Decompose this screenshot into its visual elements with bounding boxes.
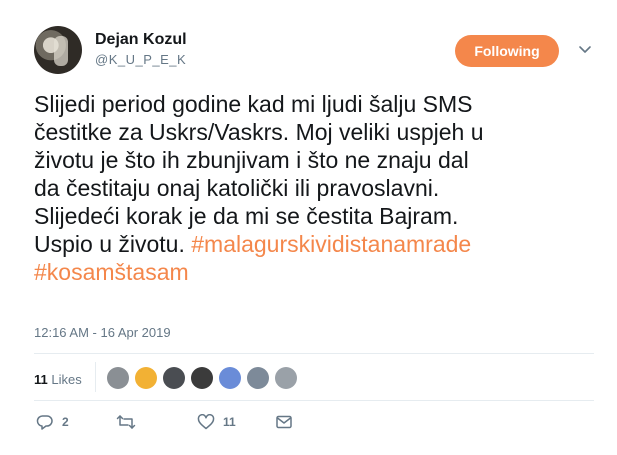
tweet-timestamp[interactable]: 12:16 AM - 16 Apr 2019 <box>34 325 171 340</box>
tweet-text-line: Uspio u životu. #malagurskividistanamrad… <box>34 230 594 258</box>
tweet-text: Slijedi period godine kad mi ljudi šalju… <box>34 90 594 286</box>
likes-count[interactable]: 11 Likes <box>34 372 82 387</box>
liker-avatar[interactable] <box>107 367 129 389</box>
tweet-text-segment: da čestitaju onaj katolički ili pravosla… <box>34 175 440 201</box>
hashtag-link[interactable]: #kosamštasam <box>34 259 189 285</box>
vertical-divider <box>95 362 96 392</box>
tweet-text-line: Slijedeći korak je da mi se čestita Bajr… <box>34 202 594 230</box>
reply-count: 2 <box>62 415 69 429</box>
tweet-text-segment: čestitke za Uskrs/Vaskrs. Moj veliki usp… <box>34 119 484 145</box>
reply-button[interactable]: 2 <box>36 414 69 430</box>
liker-avatar[interactable] <box>219 367 241 389</box>
retweet-button[interactable] <box>116 414 136 430</box>
likes-label: Likes <box>51 372 82 387</box>
liker-avatar[interactable] <box>135 367 157 389</box>
tweet-text-segment: Slijedi period godine kad mi ljudi šalju… <box>34 91 473 117</box>
tweet-text-segment: životu je što ih zbunjivam i što ne znaj… <box>34 147 469 173</box>
like-button[interactable]: 11 <box>197 414 236 430</box>
liker-avatar[interactable] <box>247 367 269 389</box>
hashtag-link[interactable]: #malagurskividistanamrade <box>191 231 471 257</box>
tweet-text-line: čestitke za Uskrs/Vaskrs. Moj veliki usp… <box>34 118 594 146</box>
tweet-text-line: životu je što ih zbunjivam i što ne znaj… <box>34 146 594 174</box>
divider <box>34 353 594 354</box>
tweet-text-segment: Uspio u životu. <box>34 231 192 257</box>
tweet-text-segment: Slijedeći korak je da mi se čestita Bajr… <box>34 203 459 229</box>
like-count: 11 <box>223 415 236 429</box>
liker-avatar[interactable] <box>163 367 185 389</box>
divider <box>34 400 594 401</box>
retweet-icon <box>116 415 136 429</box>
avatar[interactable] <box>34 26 82 74</box>
user-name[interactable]: Dejan Kozul <box>95 31 187 49</box>
following-button[interactable]: Following <box>455 35 559 67</box>
liker-avatar[interactable] <box>191 367 213 389</box>
tweet-text-line: da čestitaju onaj katolički ili pravosla… <box>34 174 594 202</box>
heart-icon <box>197 414 215 430</box>
user-handle[interactable]: @K_U_P_E_K <box>95 52 186 67</box>
envelope-icon <box>276 415 292 429</box>
chevron-down-icon[interactable] <box>578 42 592 56</box>
direct-message-button[interactable] <box>275 414 293 430</box>
tweet-text-line: #kosamštasam <box>34 258 594 286</box>
likes-number: 11 <box>34 372 48 387</box>
tweet-card: Dejan Kozul @K_U_P_E_K Following Slijedi… <box>0 0 617 455</box>
reply-icon <box>36 415 53 430</box>
liker-avatar[interactable] <box>275 367 297 389</box>
tweet-text-line: Slijedi period godine kad mi ljudi šalju… <box>34 90 594 118</box>
